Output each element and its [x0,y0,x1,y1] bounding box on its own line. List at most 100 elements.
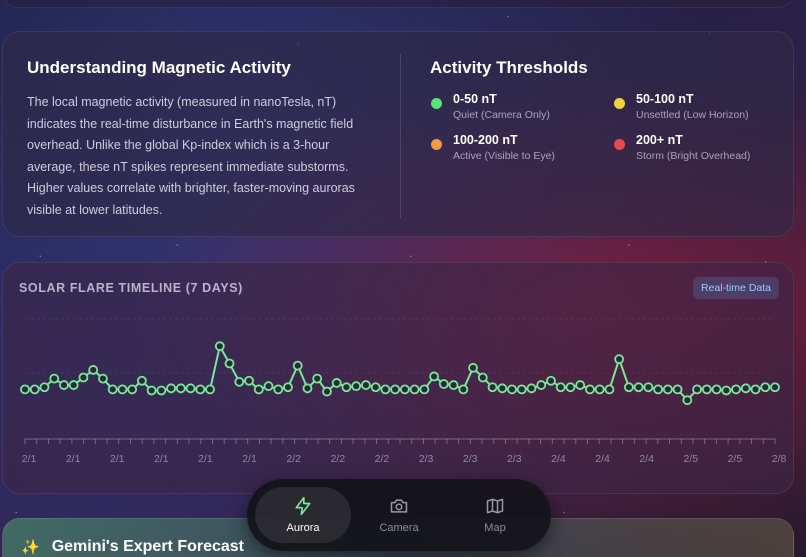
data-point[interactable] [468,362,478,373]
data-point[interactable] [555,382,566,393]
x-tick-label: 2/3 [507,453,522,465]
data-point[interactable] [20,384,30,395]
previous-card [2,0,794,8]
data-point[interactable] [711,384,722,395]
sparkle-icon: ✨ [21,539,40,556]
data-point[interactable] [633,382,644,393]
data-point[interactable] [185,383,196,394]
threshold-range: 100-200 nT [453,133,518,147]
x-tick-label: 2/1 [198,453,213,465]
data-point[interactable] [740,383,751,394]
data-point[interactable] [770,382,780,393]
data-point[interactable] [536,380,547,390]
data-point[interactable] [643,382,654,393]
data-point[interactable] [750,384,761,395]
data-point[interactable] [136,375,147,386]
status-dot-icon [614,98,625,109]
magnetic-activity-card: Understanding Magnetic Activity The loca… [2,31,794,237]
data-point[interactable] [380,384,391,395]
nav-map[interactable]: Map [447,487,543,543]
data-point[interactable] [594,384,605,395]
threshold-quiet: 0-50 nT Quiet (Camera Only) [430,92,613,121]
data-point[interactable] [497,383,508,394]
data-point[interactable] [312,373,323,384]
data-point[interactable] [88,365,99,375]
data-point[interactable] [322,386,332,397]
data-point[interactable] [205,384,215,395]
data-point[interactable] [390,384,401,395]
x-tick-label: 2/2 [331,453,346,465]
data-point[interactable] [341,382,352,393]
data-point[interactable] [117,384,128,395]
data-point[interactable] [653,384,664,395]
data-point[interactable] [98,373,108,384]
card-divider [400,54,401,218]
data-point[interactable] [721,385,732,396]
data-point[interactable] [623,382,634,393]
data-point[interactable] [68,380,79,390]
data-point[interactable] [214,341,225,352]
data-point[interactable] [662,384,673,395]
data-point[interactable] [351,381,362,392]
data-point[interactable] [195,384,206,395]
data-point[interactable] [477,372,488,383]
camera-icon [390,499,408,513]
data-point[interactable] [672,384,683,395]
data-point[interactable] [146,385,157,396]
data-point[interactable] [575,380,586,390]
data-point[interactable] [458,384,469,395]
data-point[interactable] [361,380,371,390]
data-point[interactable] [370,382,381,393]
data-point[interactable] [263,381,274,392]
data-point[interactable] [760,382,771,393]
lightning-icon [295,496,311,516]
data-point[interactable] [429,371,439,382]
data-point[interactable] [585,384,595,395]
data-point[interactable] [273,384,284,395]
data-point[interactable] [292,360,303,371]
data-point[interactable] [156,385,167,396]
data-point[interactable] [682,395,693,406]
gemini-forecast-title: Gemini's Expert Forecast [51,538,245,555]
data-point[interactable] [224,358,235,369]
data-point[interactable] [253,384,264,395]
data-point[interactable] [448,380,459,390]
x-tick-label: 2/4 [595,453,610,465]
data-point[interactable] [516,384,527,395]
nav-aurora[interactable]: Aurora [255,487,351,543]
data-point[interactable] [701,384,712,395]
data-point[interactable] [175,383,186,394]
data-point[interactable] [399,384,410,395]
threshold-range: 0-50 nT [453,92,497,106]
x-tick-label: 2/8 [772,453,787,465]
data-point[interactable] [59,380,69,390]
data-point[interactable] [78,372,89,383]
data-point[interactable] [49,373,60,384]
data-point[interactable] [565,382,576,393]
data-point[interactable] [419,384,430,395]
data-point[interactable] [604,384,615,395]
data-point[interactable] [39,382,50,393]
data-point[interactable] [107,384,118,395]
data-point[interactable] [438,379,449,389]
data-point[interactable] [546,375,556,386]
data-point[interactable] [166,383,177,394]
data-point[interactable] [614,354,625,365]
data-point[interactable] [302,383,313,394]
nav-camera[interactable]: Camera [351,487,447,543]
data-point[interactable] [692,384,702,395]
data-point[interactable] [283,382,293,393]
data-point[interactable] [29,384,40,395]
data-point[interactable] [331,378,342,388]
data-point[interactable] [526,383,537,394]
data-point[interactable] [244,375,254,386]
data-point[interactable] [234,376,245,387]
threshold-active: 100-200 nT Active (Visible to Eye) [430,133,613,162]
data-point[interactable] [731,384,741,395]
activity-thresholds: Activity Thresholds 0-50 nT Quiet (Camer… [430,58,780,162]
data-point[interactable] [127,384,138,395]
data-point[interactable] [507,384,517,395]
data-point[interactable] [487,382,498,393]
data-point[interactable] [409,384,420,395]
x-tick-label: 2/1 [22,453,37,465]
